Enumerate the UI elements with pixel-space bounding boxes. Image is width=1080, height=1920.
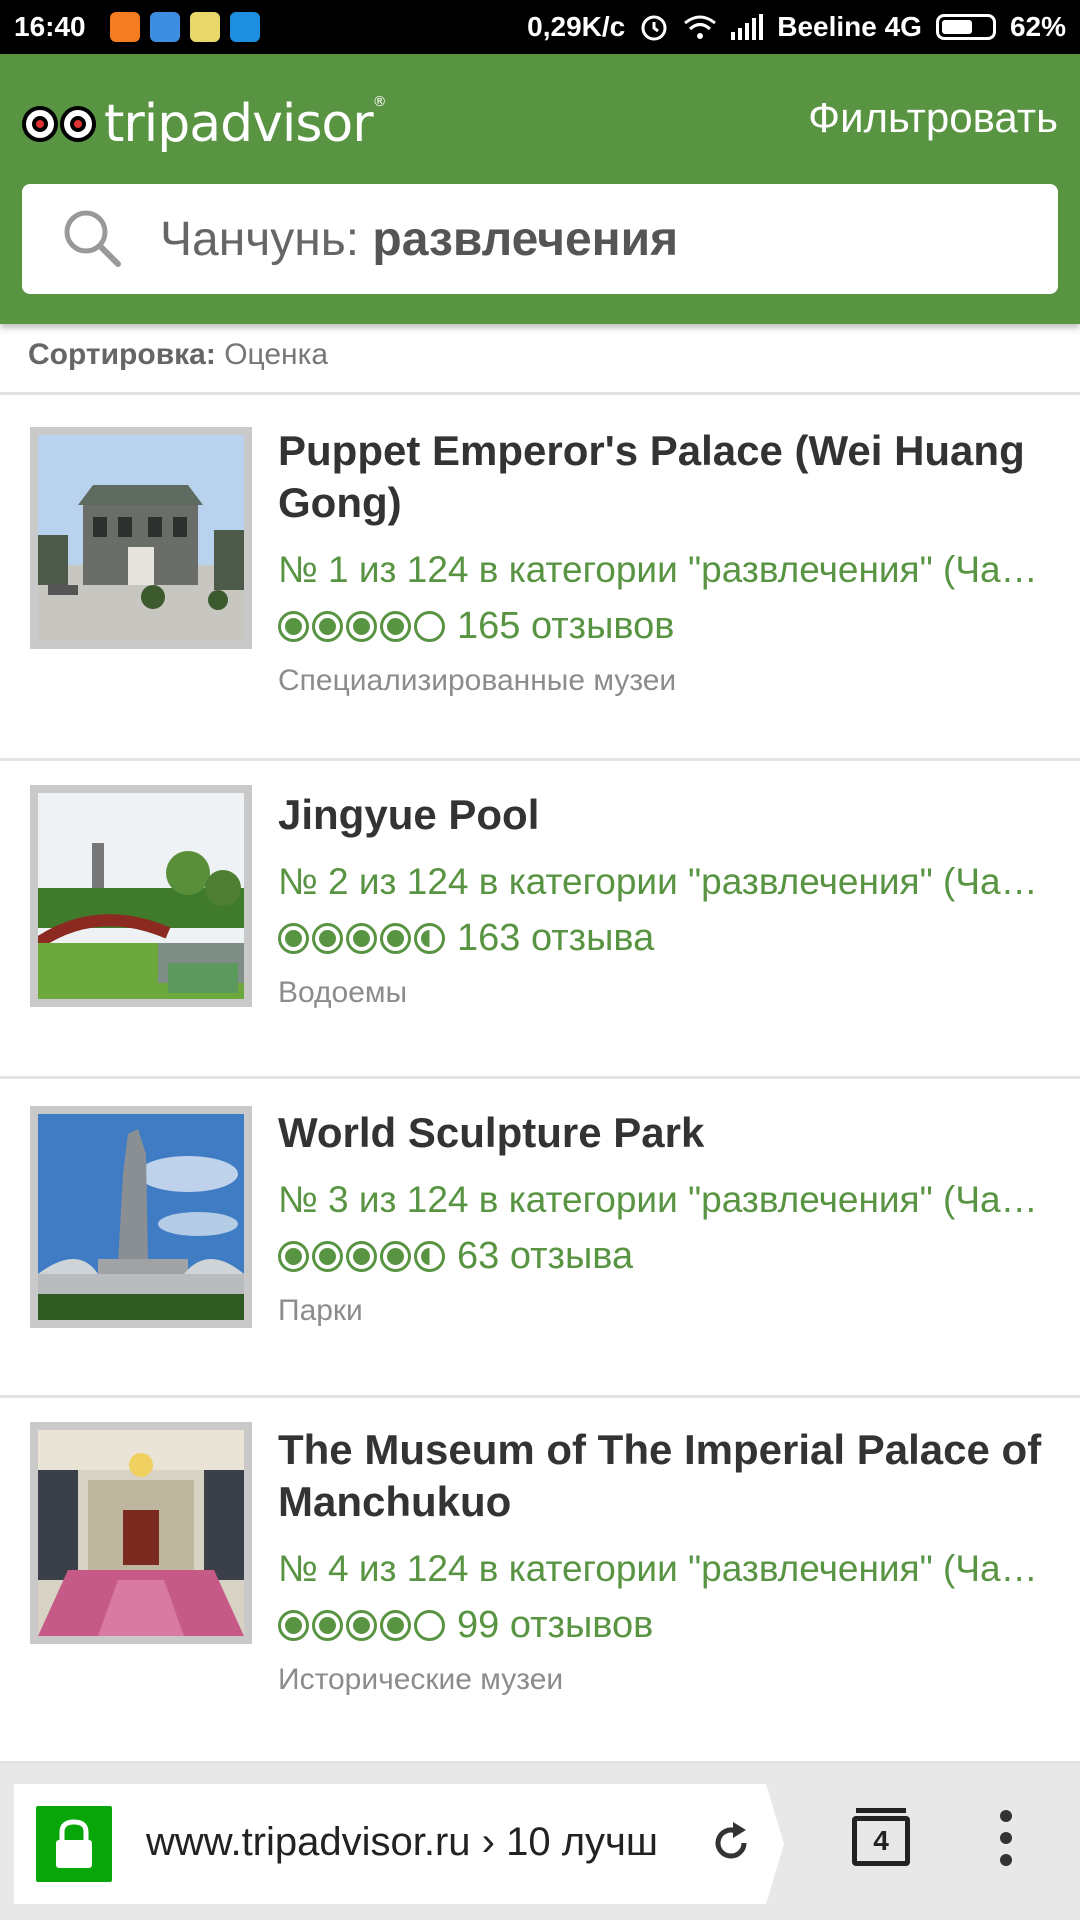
maps-app-icon: [189, 12, 220, 42]
rating-bubble-icon: [414, 611, 445, 642]
reload-icon[interactable]: [706, 1818, 756, 1868]
rating-bubble-icon: [278, 923, 309, 954]
search-icon: [64, 210, 121, 267]
attraction-thumbnail[interactable]: [30, 1422, 252, 1644]
list-item[interactable]: Jingyue Pool № 2 из 124 в категории "раз…: [0, 761, 1080, 1079]
rating-bubble-icon: [380, 923, 411, 954]
rating-bubble-icon: [312, 1241, 343, 1272]
miui-app-icon: [109, 12, 140, 42]
rating-bubble-icon: [380, 611, 411, 642]
network-speed: 0,29K/c: [527, 11, 626, 42]
bridge-photo: [38, 793, 244, 999]
search-input[interactable]: Чанчунь: развлечения: [22, 184, 1058, 294]
battery-icon: [935, 14, 996, 40]
rating-bubble-icon: [346, 1241, 377, 1272]
status-time: 16:40: [14, 11, 86, 42]
battery-percent: 62%: [1009, 11, 1066, 42]
carrier-name: Beeline 4G: [777, 11, 922, 42]
attraction-category: Исторические музеи: [278, 1663, 564, 1696]
wifi-icon: [684, 15, 717, 39]
rating-bubbles: [278, 611, 445, 642]
app-header: tripadvisor® Фильтровать Чанчунь: развле…: [0, 54, 1080, 324]
rating-bubble-icon: [278, 611, 309, 642]
rating-bubbles: [278, 923, 445, 954]
attraction-rank: № 1 из 124 в категории "развлечения" (Ча…: [278, 549, 1050, 590]
rating-bubbles: [278, 1241, 445, 1272]
tab-count: 4: [852, 1816, 910, 1866]
review-count-link[interactable]: 163 отзыва: [457, 917, 654, 960]
attraction-thumbnail[interactable]: [30, 427, 252, 649]
attraction-rank: № 2 из 124 в категории "развлечения" (Ча…: [278, 861, 1050, 902]
rating-bubble-icon: [414, 1241, 445, 1272]
list-item[interactable]: Puppet Emperor's Palace (Wei Huang Gong)…: [0, 395, 1080, 761]
sort-selector[interactable]: Сортировка: Оценка: [28, 338, 328, 372]
owl-eyes-icon: [22, 106, 96, 142]
rating-bubble-icon: [414, 1610, 445, 1641]
throne-hall-photo: [38, 1430, 244, 1636]
url-text: www.tripadvisor.ru › 10 лучш: [146, 1820, 658, 1864]
list-item[interactable]: The Museum of The Imperial Palace of Man…: [0, 1398, 1080, 1764]
attraction-rank: № 3 из 124 в категории "развлечения" (Ча…: [278, 1179, 1050, 1220]
attraction-rank: № 4 из 124 в категории "развлечения" (Ча…: [278, 1548, 1050, 1589]
review-count-link[interactable]: 63 отзыва: [457, 1235, 633, 1278]
logo-text: tripadvisor®: [104, 94, 387, 154]
sort-value: Оценка: [224, 338, 329, 371]
weather-app-icon: [149, 12, 180, 42]
attraction-thumbnail[interactable]: [30, 785, 252, 1007]
rating-bubble-icon: [346, 1610, 377, 1641]
rating-bubble-icon: [278, 1241, 309, 1272]
sculpture-photo: [38, 1114, 244, 1320]
palace-photo: [38, 435, 244, 641]
rating-bubble-icon: [346, 923, 377, 954]
rating-bubble-icon: [312, 923, 343, 954]
alarm-icon: [641, 15, 667, 41]
review-count-link[interactable]: 165 отзывов: [457, 605, 674, 648]
address-bar[interactable]: www.tripadvisor.ru › 10 лучш: [14, 1784, 784, 1904]
list-item[interactable]: World Sculpture Park № 3 из 124 в катего…: [0, 1079, 1080, 1398]
status-bar: 16:40 0,29K/c Beeline 4G 62%: [0, 0, 1080, 54]
search-query-text: Чанчунь: развлечения: [160, 212, 679, 266]
attraction-category: Парки: [278, 1294, 363, 1327]
rating-bubble-icon: [380, 1610, 411, 1641]
rating-bubble-icon: [312, 1610, 343, 1641]
rating-bubble-icon: [312, 611, 343, 642]
attraction-title[interactable]: World Sculpture Park: [278, 1107, 1050, 1159]
tab-switcher-button[interactable]: 4: [852, 1808, 910, 1872]
signal-icon: [731, 14, 764, 40]
rating-bubble-icon: [380, 1241, 411, 1272]
rating-bubbles: [278, 1610, 445, 1641]
review-count-link[interactable]: 99 отзывов: [457, 1604, 653, 1647]
overflow-menu-icon[interactable]: [1000, 1810, 1016, 1876]
filter-button[interactable]: Фильтровать: [808, 94, 1058, 142]
attraction-title[interactable]: Puppet Emperor's Palace (Wei Huang Gong): [278, 425, 1050, 529]
rating-bubble-icon: [278, 1610, 309, 1641]
tripadvisor-logo[interactable]: tripadvisor®: [22, 94, 387, 154]
attraction-thumbnail[interactable]: [30, 1106, 252, 1328]
translate-app-icon: [229, 12, 260, 42]
lock-icon[interactable]: [36, 1806, 112, 1882]
browser-toolbar: www.tripadvisor.ru › 10 лучш 4: [0, 1764, 1080, 1920]
rating-bubble-icon: [414, 923, 445, 954]
attraction-category: Водоемы: [278, 976, 408, 1009]
attraction-title[interactable]: The Museum of The Imperial Palace of Man…: [278, 1424, 1050, 1528]
attraction-category: Специализированные музеи: [278, 664, 677, 697]
rating-bubble-icon: [346, 611, 377, 642]
sort-label: Сортировка:: [28, 338, 216, 371]
attraction-title[interactable]: Jingyue Pool: [278, 789, 1050, 841]
